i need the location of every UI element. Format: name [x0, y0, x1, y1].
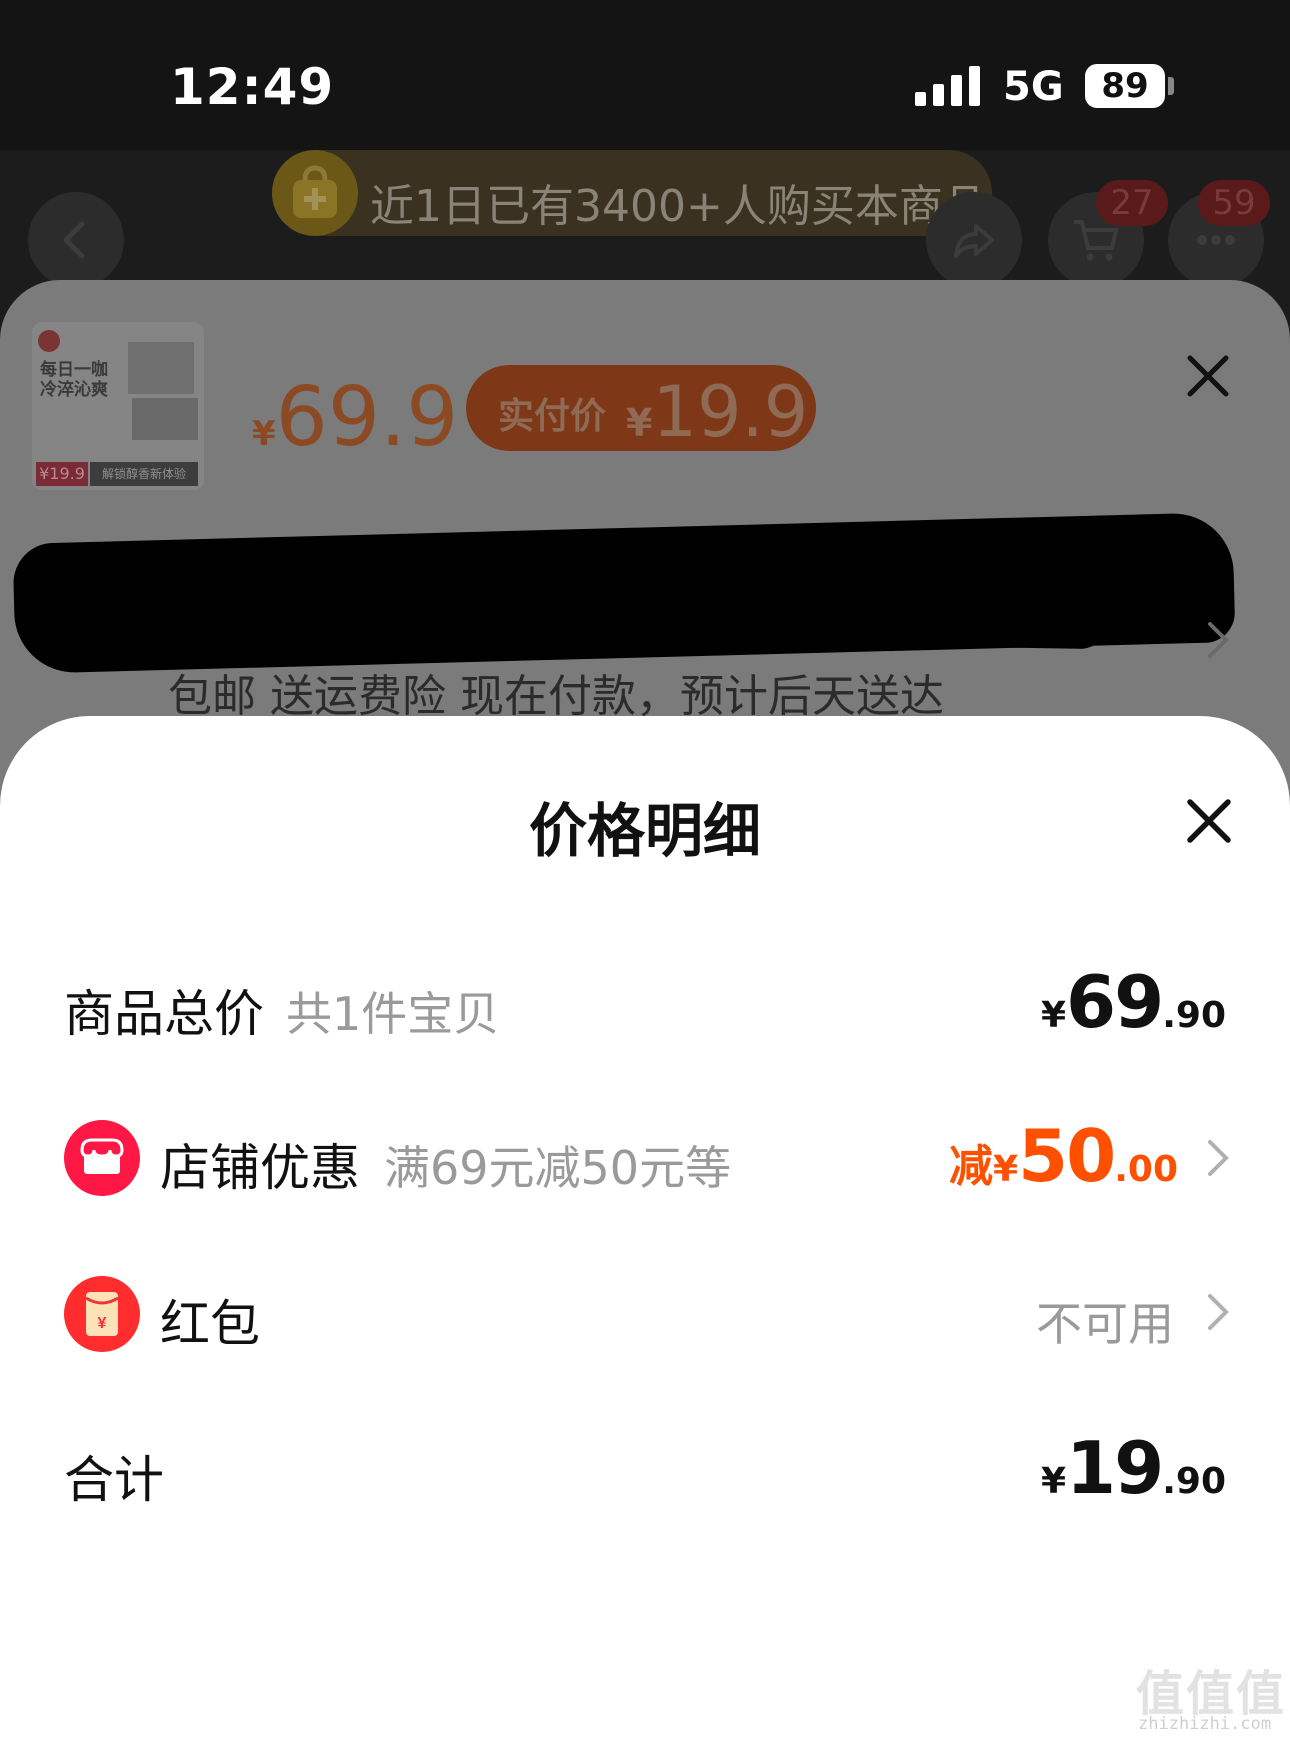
- sku-sheet-close-button[interactable]: [1186, 354, 1230, 402]
- shop-discount-desc[interactable]: 满69元减50元等: [384, 1132, 731, 1198]
- total-dec: .90: [1162, 995, 1226, 1036]
- thumbnail-tag: 解锁醇香新体验: [90, 462, 198, 486]
- status-bar: 12:49 5G 89: [0, 0, 1290, 150]
- sum-yen: ¥: [1040, 1461, 1067, 1502]
- battery-icon: 89: [1085, 64, 1165, 108]
- brand-logo: [38, 330, 60, 352]
- actual-price-pill[interactable]: 实付价 ¥19.9: [466, 365, 816, 453]
- total-int: 69: [1066, 960, 1164, 1044]
- sum-amount: ¥19.90: [1041, 1426, 1226, 1510]
- red-packet-label[interactable]: 红包: [160, 1284, 260, 1356]
- product-box-image: [128, 342, 194, 394]
- cart-badge: 27: [1096, 180, 1168, 226]
- shop-icon: [64, 1120, 140, 1196]
- discount-yen: ¥: [992, 1149, 1019, 1190]
- discount-prefix: 减: [948, 1141, 993, 1192]
- total-amount: ¥69.90: [1041, 960, 1226, 1044]
- total-yen: ¥: [1040, 995, 1067, 1036]
- shopping-bag-icon: [272, 150, 358, 236]
- chevron-right-icon[interactable]: [1204, 1292, 1232, 1336]
- status-time: 12:49: [170, 58, 335, 116]
- promo-text: 近1日已有3400+人购买本商品: [370, 181, 987, 232]
- total-item-count: 共1件宝贝: [286, 987, 500, 1041]
- network-label: 5G: [1003, 64, 1064, 110]
- thumbnail-title: 每日一咖 冷淬沁爽: [40, 360, 108, 400]
- sum-dec: .90: [1162, 1461, 1226, 1502]
- red-packet-icon: ¥: [64, 1276, 140, 1352]
- shop-discount-amount[interactable]: 减¥50.00: [949, 1114, 1178, 1198]
- share-button[interactable]: [926, 192, 1022, 288]
- shop-discount-label[interactable]: 店铺优惠: [160, 1128, 360, 1200]
- chevron-right-icon[interactable]: [1204, 1138, 1232, 1182]
- battery-level: 89: [1101, 66, 1149, 106]
- chevron-right-icon[interactable]: [1204, 620, 1232, 664]
- actual-price-yen: ¥: [626, 401, 653, 445]
- discount-int: 50: [1018, 1114, 1116, 1198]
- product-sachet-image: [132, 398, 198, 440]
- price-detail-sheet: [0, 716, 1290, 1740]
- sheet-title: 价格明细: [528, 797, 761, 865]
- share-icon: [954, 224, 994, 258]
- shipping-info: 包邮 送运费险 现在付款，预计后天送达: [168, 671, 944, 722]
- close-button[interactable]: [1184, 796, 1234, 846]
- product-thumbnail[interactable]: 每日一咖 冷淬沁爽 ¥19.9 解锁醇香新体验: [32, 322, 204, 490]
- price-value: 69.9: [275, 370, 459, 465]
- price-yen: ¥: [252, 414, 276, 454]
- total-label: 商品总价: [64, 985, 264, 1043]
- signal-icon: [915, 66, 981, 106]
- battery-tip: [1168, 77, 1174, 95]
- red-packet-status[interactable]: 不可用: [1036, 1288, 1174, 1354]
- actual-price-value: ¥19.9: [626, 371, 808, 453]
- thumbnail-price: ¥19.9: [36, 462, 88, 486]
- watermark-url: zhizhizhi.com: [1138, 1714, 1272, 1734]
- sum-label: 合计: [64, 1451, 164, 1509]
- more-badge: 59: [1198, 180, 1270, 226]
- close-icon: [1187, 799, 1231, 843]
- close-icon: [1187, 355, 1229, 397]
- actual-price-label: 实付价: [498, 396, 607, 437]
- discount-dec: .00: [1114, 1149, 1178, 1190]
- back-button[interactable]: [28, 192, 124, 288]
- watermark: 值值值 zhizhizhi.com: [1136, 1654, 1286, 1740]
- actual-price-number: 19.9: [652, 371, 809, 453]
- back-icon: [63, 221, 85, 259]
- original-price: ¥69.9: [252, 370, 458, 465]
- svg-text:¥: ¥: [98, 1315, 107, 1332]
- sum-int: 19: [1066, 1426, 1164, 1510]
